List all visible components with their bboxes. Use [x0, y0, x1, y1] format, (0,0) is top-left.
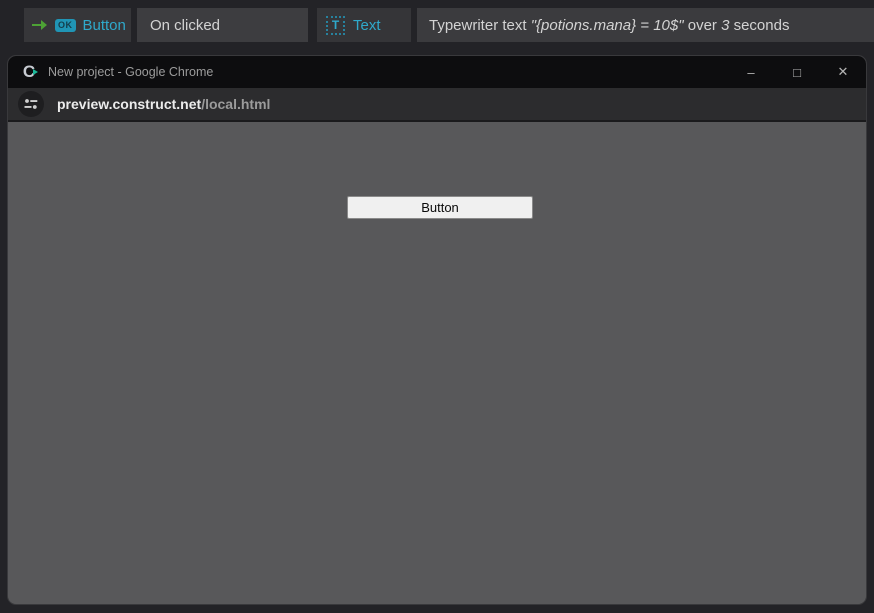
- url-text[interactable]: preview.construct.net/local.html: [57, 96, 270, 112]
- window-controls: – □ ✕: [728, 56, 866, 88]
- tune-icon: [24, 98, 38, 110]
- event-row: OK Button On clicked T Text Typewriter t…: [0, 8, 874, 42]
- condition-text: On clicked: [150, 17, 220, 34]
- action-object-block[interactable]: T Text: [317, 8, 411, 42]
- url-domain: preview.construct.net: [57, 96, 201, 112]
- condition-object-block[interactable]: OK Button: [24, 8, 131, 42]
- url-path: /local.html: [201, 96, 270, 112]
- arrow-right-icon: [32, 19, 48, 31]
- condition-object-name: Button: [83, 17, 126, 34]
- minimize-button[interactable]: –: [728, 56, 774, 88]
- address-bar[interactable]: preview.construct.net/local.html: [8, 88, 866, 122]
- construct-logo-icon: C: [20, 63, 38, 81]
- maximize-button[interactable]: □: [774, 56, 820, 88]
- text-object-icon: T: [326, 16, 345, 35]
- close-button[interactable]: ✕: [820, 56, 866, 88]
- page-content: Button: [8, 124, 866, 604]
- button-object-icon: OK: [55, 19, 76, 32]
- window-title: New project - Google Chrome: [48, 65, 213, 79]
- chrome-window: C New project - Google Chrome – □ ✕ prev…: [8, 56, 866, 604]
- action-object-name: Text: [353, 17, 381, 34]
- site-settings-button[interactable]: [18, 91, 44, 117]
- page-button[interactable]: Button: [347, 196, 533, 219]
- action-block[interactable]: Typewriter text "{potions.mana} = 10$" o…: [417, 8, 874, 42]
- action-text: Typewriter text "{potions.mana} = 10$" o…: [429, 17, 789, 34]
- condition-block[interactable]: On clicked: [137, 8, 308, 42]
- window-titlebar[interactable]: C New project - Google Chrome – □ ✕: [8, 56, 866, 88]
